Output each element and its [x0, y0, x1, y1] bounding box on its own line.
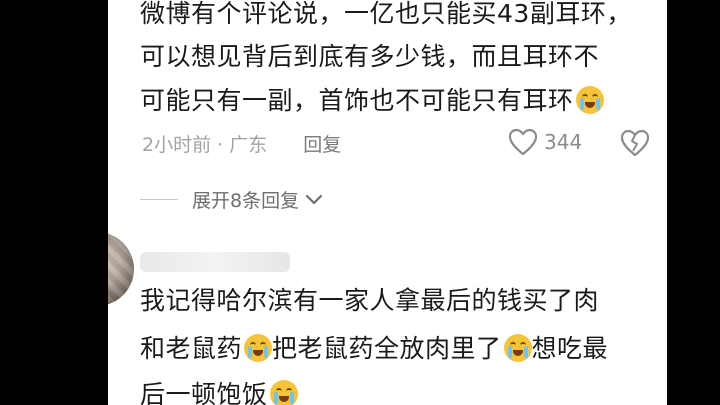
comment-location: 广东 [229, 134, 268, 156]
comment-text-segment: 后一顿饱饭 [140, 380, 268, 405]
crying-face-icon [575, 86, 604, 114]
broken-heart-icon [620, 129, 650, 157]
comment-text-line: 可以想见背后到底有多少钱，而且耳环不 [140, 42, 600, 71]
meta-separator: · [217, 134, 224, 156]
crying-face-icon [244, 334, 273, 362]
like-count: 344 [544, 130, 583, 154]
dislike-button[interactable] [620, 129, 650, 161]
crying-face-icon [503, 334, 532, 362]
avatar[interactable] [108, 232, 134, 306]
comment-text-line: 后一顿饱饭 [140, 378, 298, 405]
expand-replies-button[interactable]: 展开8条回复 [140, 186, 323, 213]
expand-replies-label: 展开8条回复 [192, 190, 300, 212]
comment-text-line: 可能只有一副，首饰也不可能只有耳环 [140, 84, 604, 118]
comment-text-segment: 和老鼠药 [140, 334, 243, 363]
comment-text-segment: 想吃最 [531, 334, 609, 363]
username-blurred[interactable] [140, 252, 290, 272]
crying-face-icon [269, 380, 298, 405]
heart-icon [508, 128, 538, 156]
divider [140, 199, 178, 200]
reply-button[interactable]: 回复 [303, 134, 341, 156]
comment-text-line: 微博有个评论说，一亿也只能买43副耳环， [140, 0, 632, 28]
chevron-down-icon [305, 194, 323, 204]
comment-text-segment: 可能只有一副，首饰也不可能只有耳环 [140, 86, 574, 115]
comment-meta: 2小时前 · 广东 回复 [142, 130, 341, 157]
comment-text-segment: 把老鼠药全放肉里了 [272, 334, 502, 363]
comment-thread: 微博有个评论说，一亿也只能买43副耳环， 可以想见背后到底有多少钱，而且耳环不 … [108, 0, 667, 405]
comment-text-line: 和老鼠药 把老鼠药全放肉里了 想吃最 [140, 332, 608, 366]
right-black-bar [667, 0, 720, 405]
comment-text-line: 我记得哈尔滨有一家人拿最后的钱买了肉 [140, 286, 600, 315]
left-black-bar [0, 0, 108, 405]
like-button[interactable]: 344 [508, 128, 582, 156]
comment-time: 2小时前 [142, 134, 212, 156]
